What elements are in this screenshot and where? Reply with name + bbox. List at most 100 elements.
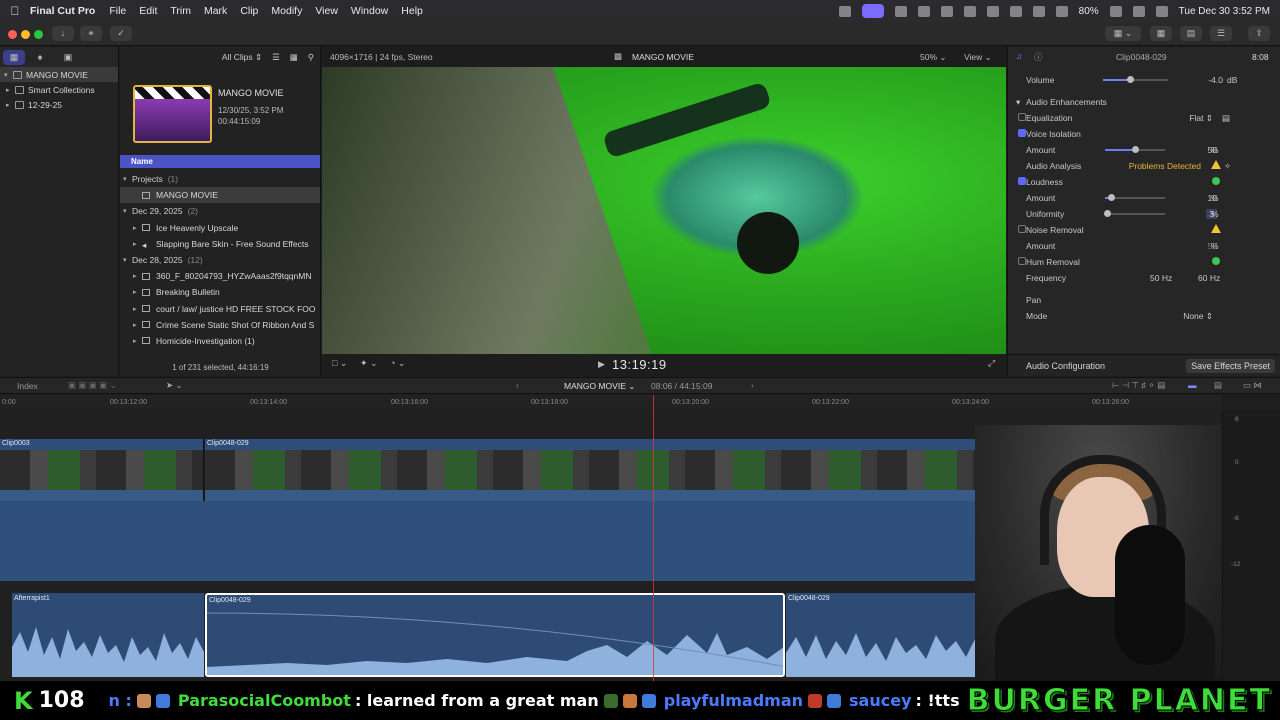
freq-50-option[interactable]: 50 Hz [1150, 273, 1172, 283]
fullscreen-icon[interactable]: ⤢ [988, 358, 995, 369]
timeline-tools[interactable]: ⊢ ⊣ ⊤ ♯ ⚬ ▤ [1112, 380, 1165, 391]
uniformity-slider[interactable] [1103, 210, 1165, 217]
bluetooth-icon[interactable] [1032, 5, 1045, 17]
list-item[interactable]: ▸ 360_F_80204793_HYZwAaas2f9tqqnMN [120, 268, 320, 284]
loudness-checkbox[interactable] [1018, 177, 1026, 185]
keywords-button[interactable]: ⚭ [80, 26, 102, 41]
forward-icon[interactable]: › [751, 380, 754, 390]
playhead[interactable] [653, 395, 654, 681]
list-item[interactable]: ▸ ◂ Slapping Bare Skin - Free Sound Effect… [120, 236, 320, 252]
list-item-project[interactable]: MANGO MOVIE [120, 187, 320, 204]
minimize-window-icon[interactable] [21, 30, 30, 39]
globe-icon[interactable] [894, 5, 907, 17]
menu-trim[interactable]: Trim [170, 5, 191, 17]
clip-appearance-icon[interactable]: ▬ [1188, 380, 1197, 390]
audio-clip-afterrapist1[interactable]: Afterrapist1 [12, 593, 204, 677]
import-button[interactable]: ↓ [52, 26, 74, 41]
volume-value[interactable]: -4.0 [1208, 75, 1223, 85]
search-icon[interactable]: ⚲ [308, 52, 314, 63]
wifi-icon[interactable] [1055, 5, 1068, 17]
list-item[interactable]: ▸ court / law/ justice HD FREE STOCK FOO [120, 301, 320, 317]
select-tool-icon[interactable]: ➤ ⌄ [166, 380, 183, 391]
group-projects[interactable]: ▾ Projects (1) [120, 171, 320, 187]
freq-60-option[interactable]: 60 Hz [1198, 273, 1220, 283]
eq-graph-icon[interactable]: ▤ [1222, 113, 1230, 124]
magic-wand-icon[interactable]: ✧ [1224, 161, 1231, 172]
menu-view[interactable]: View [315, 5, 338, 17]
display-icon[interactable] [1009, 5, 1022, 17]
all-clips-filter[interactable]: All Clips ⇕ [222, 52, 262, 63]
info-tab-icon[interactable]: ⓘ [1034, 51, 1043, 63]
pan-mode-popup[interactable]: None ⇕ [1183, 311, 1213, 322]
list-item[interactable]: ▸ Ice Heavenly Upscale [120, 220, 320, 236]
zoom-window-icon[interactable] [34, 30, 43, 39]
volume-slider[interactable] [1103, 76, 1168, 83]
menu-edit[interactable]: Edit [139, 5, 157, 17]
clock[interactable]: Tue Dec 30 3:52 PM [1179, 6, 1270, 17]
apple-menu-icon[interactable]:  [0, 4, 30, 18]
event-12-29-25[interactable]: ▸ 12-29-25 [0, 97, 118, 112]
save-effects-preset-button[interactable]: Save Effects Preset [1186, 359, 1275, 373]
creative-cloud-icon[interactable] [838, 5, 851, 17]
timer-icon[interactable] [917, 5, 930, 17]
group-dec-29[interactable]: ▾ Dec 29, 2025 (2) [120, 203, 320, 219]
group-dec-28[interactable]: ▾ Dec 28, 2025 (12) [120, 252, 320, 268]
menu-mark[interactable]: Mark [204, 5, 227, 17]
voice-amount-slider[interactable] [1105, 146, 1165, 153]
library-switch-button[interactable]: ▦ ⌄ [1105, 26, 1141, 41]
menu-clip[interactable]: Clip [240, 5, 258, 17]
list-view-icon[interactable]: ☰ [272, 52, 280, 63]
control-center-icon[interactable] [1155, 5, 1168, 17]
timeline-ruler[interactable]: 0:00 00:13:12:00 00:13:14:00 00:13:16:00… [0, 395, 1222, 411]
play-button[interactable]: ▶ [598, 359, 605, 370]
timeline-toggle-button[interactable]: ▤ [1180, 26, 1202, 41]
background-tasks-button[interactable]: ✓ [110, 26, 132, 41]
share-button[interactable]: ⇧ [1248, 26, 1270, 41]
event-thumbnail[interactable] [133, 85, 212, 143]
back-icon[interactable]: ‹ [516, 380, 519, 390]
filmstrip-view-icon[interactable]: ▦ [290, 52, 298, 63]
battery-icon[interactable] [1109, 5, 1122, 17]
view-menu[interactable]: View ⌄ [964, 52, 992, 63]
audio-configuration-label[interactable]: Audio Configuration [1026, 361, 1105, 371]
browser-toggle-button[interactable]: ▦ [1150, 26, 1172, 41]
effects-browser-icon[interactable]: ▤ [1214, 380, 1222, 391]
enhance-icon[interactable]: ✦ ⌄ [360, 358, 378, 369]
hum-removal-checkbox[interactable] [1018, 257, 1026, 265]
transitions-browser-icon[interactable]: ▭ ⋈ [1243, 380, 1262, 391]
audio-clip-clip0048-029-selected[interactable]: Clip0048-029 [205, 593, 785, 677]
photos-tab-icon[interactable]: ♠ [29, 50, 51, 65]
close-window-icon[interactable] [8, 30, 17, 39]
smart-collections[interactable]: ▸ Smart Collections [0, 82, 118, 97]
spotlight-icon[interactable] [1132, 5, 1145, 17]
edit-buttons[interactable]: ▣ ▣ ▣ ▣ ⌄ [68, 380, 117, 391]
noise-removal-checkbox[interactable] [1018, 225, 1026, 233]
inspector-toggle-button[interactable]: ☰ [1210, 26, 1232, 41]
eq-checkbox[interactable] [1018, 113, 1026, 121]
video-frame[interactable] [322, 67, 1006, 354]
timecode-display[interactable]: 13:19:19 [612, 357, 667, 372]
project-name[interactable]: MANGO MOVIE ⌄ [564, 381, 635, 392]
play-icon[interactable] [940, 5, 953, 17]
menu-window[interactable]: Window [351, 5, 388, 17]
menu-help[interactable]: Help [401, 5, 423, 17]
voice-isolation-checkbox[interactable] [1018, 129, 1026, 137]
loudness-amount-slider[interactable] [1105, 194, 1165, 201]
list-item[interactable]: ▸ Crime Scene Static Shot Of Ribbon And S [120, 317, 320, 333]
titles-tab-icon[interactable]: ▣ [57, 50, 79, 65]
volume-icon[interactable] [963, 5, 976, 17]
list-item[interactable]: ▸ Breaking Bulletin [120, 284, 320, 300]
column-header-name[interactable]: Name [120, 155, 320, 168]
list-item[interactable]: ▸ Homicide-Investigation (1) [120, 333, 320, 349]
menu-file[interactable]: File [109, 5, 126, 17]
zoom-menu[interactable]: 50% ⌄ [920, 52, 947, 63]
audio-tab-icon[interactable]: ♫ [1016, 51, 1022, 61]
transform-icon[interactable]: □ ⌄ [332, 358, 347, 369]
index-button[interactable]: Index [17, 381, 38, 391]
video-clip-clip0003[interactable]: Clip0003 [0, 439, 204, 501]
app-menu[interactable]: Final Cut Pro [30, 5, 95, 17]
retime-icon[interactable]: ◔ ⌄ [390, 358, 405, 369]
libraries-tab-icon[interactable]: ▦ [3, 50, 25, 65]
eq-preset-popup[interactable]: Flat ⇕ [1189, 113, 1213, 124]
keyboard-icon[interactable] [986, 5, 999, 17]
